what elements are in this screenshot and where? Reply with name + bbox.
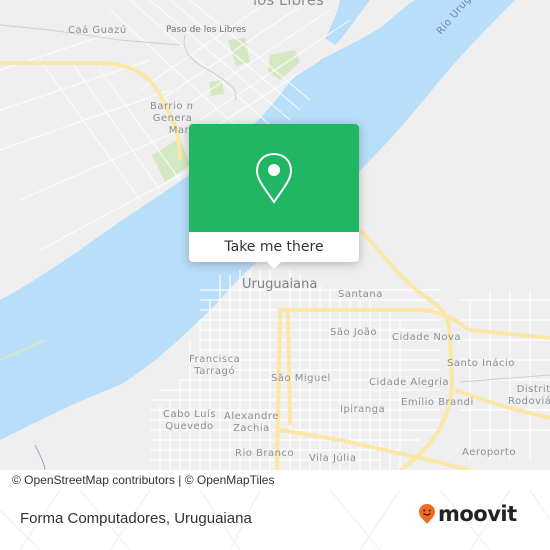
label-alexandre-zachia: Alexandre Zachia (224, 411, 279, 434)
label-sao-miguel: São Miguel (271, 373, 331, 384)
place-title: Forma Computadores, Uruguaiana (20, 510, 252, 527)
label-cabo-luis-quevedo: Cabo Luís Quevedo (163, 409, 216, 432)
park-3 (152, 138, 190, 182)
map-attribution[interactable]: © OpenStreetMap contributors | © OpenMap… (0, 470, 324, 490)
label-los-libres: los Libres (253, 0, 324, 9)
label-cidade-nova: Cidade Nova (392, 332, 462, 343)
label-emilio-brandi: Emílio Brandi (401, 397, 474, 408)
footer: Forma Computadores, Uruguaiana moovit (0, 490, 550, 550)
label-distrito-rodoviario: Distrito Rodoviário (508, 384, 550, 407)
label-rio-branco: Rio Branco (235, 448, 295, 459)
popup-pointer (267, 262, 281, 269)
moovit-wordmark: moovit (438, 502, 517, 526)
label-francisca-tarrago: Francisca Tarragó (189, 354, 241, 377)
label-aeroporto: Aeroporto (462, 447, 516, 458)
label-cidade-alegria: Cidade Alegria (369, 377, 450, 388)
location-popup: Take me there (189, 124, 359, 269)
map-pin-icon (255, 152, 293, 204)
label-ipiranga: Ipiranga (340, 404, 386, 415)
label-uruguaiana: Uruguaiana (242, 277, 318, 292)
moovit-logo[interactable]: moovit (418, 502, 517, 526)
label-sao-joao: São João (330, 327, 378, 338)
label-caa-guazu: Caá Guazú (68, 25, 127, 36)
label-paso-de-los-libres: Paso de los Libres (166, 25, 247, 35)
label-santo-inacio: Santo Inácio (447, 358, 515, 369)
take-me-there-button[interactable]: Take me there (189, 232, 359, 262)
label-vila-julia: Vila Júlia (309, 453, 357, 464)
map-view[interactable]: los Libres Caá Guazú Paso de los Libres … (0, 0, 550, 470)
label-santana: Santana (338, 289, 383, 300)
popup-header (189, 124, 359, 232)
moovit-smiley-pin-icon (419, 504, 435, 524)
